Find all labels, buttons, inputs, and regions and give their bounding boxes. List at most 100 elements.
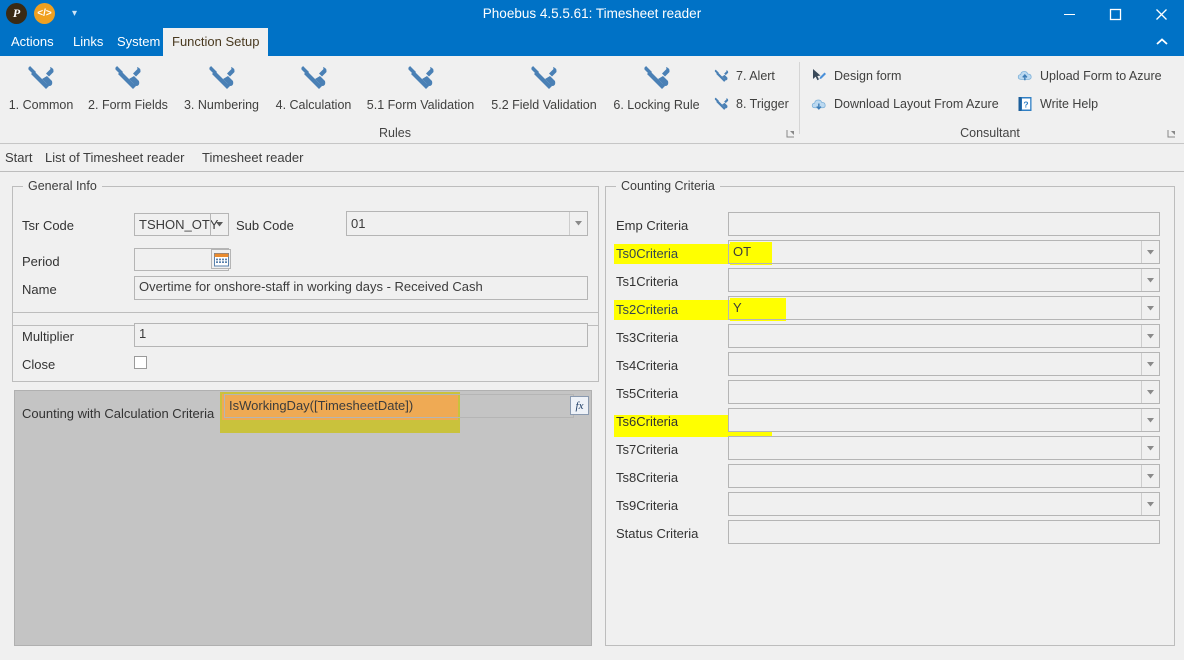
ts0-criteria-combo[interactable]: OT [728,240,1160,264]
tools-icon [484,60,604,98]
title-bar: P </> ▾ Phoebus 4.5.5.61: Timesheet read… [0,0,1184,28]
ribbon-button-common[interactable]: 1. Common [2,60,80,112]
ribbon-button-form-validation[interactable]: 5.1 Form Validation [360,60,481,112]
chevron-down-icon[interactable] [1141,241,1159,263]
ts2-criteria-label: Ts2Criteria [616,302,679,317]
ribbon: 1. Common 2. Form Fields 3. Numbering 4.… [0,56,1184,144]
cloud-upload-icon [1016,67,1034,85]
minimize-button[interactable] [1046,0,1092,28]
sub-code-value: 01 [351,216,366,231]
ts9-criteria-combo[interactable] [728,492,1160,516]
chevron-up-icon[interactable] [1150,28,1174,56]
document-tab-bar: Start List of Timesheet reader Timesheet… [0,145,1184,172]
window-title: Phoebus 4.5.5.61: Timesheet reader [482,6,702,21]
cloud-download-icon [810,95,828,113]
ribbon-group-label-consultant: Consultant [960,126,1020,140]
formula-value: IsWorkingDay([TimesheetDate]) [229,398,414,413]
main-content: General Info Tsr Code TSHON_OTY Sub Code… [0,172,1184,660]
emp-criteria-input[interactable] [728,212,1160,236]
ribbon-button-form-fields[interactable]: 2. Form Fields [80,60,176,112]
ts4-criteria-label: Ts4Criteria [616,358,679,373]
close-button[interactable] [1138,0,1184,28]
chevron-down-icon[interactable] [1141,325,1159,347]
sub-code-combo[interactable]: 01 [346,211,588,236]
maximize-button[interactable] [1092,0,1138,28]
chevron-down-icon[interactable] [1141,353,1159,375]
ts4-criteria-combo[interactable] [728,352,1160,376]
ribbon-button-label: Download Layout From Azure [834,97,999,111]
menu-item-links[interactable]: Links [64,28,112,56]
doc-tab-start[interactable]: Start [5,145,32,172]
ribbon-button-label: 3. Numbering [183,98,260,112]
chevron-down-icon[interactable] [1141,297,1159,319]
ts2-criteria-value: Y [733,300,742,315]
doc-tab-list-of-timesheet-reader[interactable]: List of Timesheet reader [45,145,184,172]
ts8-criteria-label: Ts8Criteria [616,470,679,485]
calculation-criteria-label: Counting with Calculation Criteria [22,406,215,421]
ts7-criteria-combo[interactable] [728,436,1160,460]
rules-dialog-launcher-icon[interactable] [785,127,797,139]
ts8-criteria-combo[interactable] [728,464,1160,488]
chevron-down-icon[interactable] [1141,493,1159,515]
ribbon-button-label: 1. Common [8,98,74,112]
tsr-code-label: Tsr Code [22,218,75,233]
multiplier-input[interactable]: 1 [134,323,588,347]
ribbon-group-separator [799,62,800,134]
ribbon-button-write-help[interactable]: ? Write Help [1016,93,1098,115]
ts6-criteria-combo[interactable] [728,408,1160,432]
chevron-down-icon[interactable] [210,214,228,235]
tools-icon [267,60,360,98]
menu-item-system[interactable]: System [108,28,169,56]
ribbon-button-trigger[interactable]: 8. Trigger [712,93,789,115]
ribbon-button-calculation[interactable]: 4. Calculation [267,60,360,112]
ts0-criteria-value: OT [733,244,752,259]
ts5-criteria-combo[interactable] [728,380,1160,404]
ribbon-button-label: Write Help [1040,97,1099,111]
chevron-down-icon[interactable] [1141,465,1159,487]
period-label: Period [22,254,60,269]
ribbon-button-label: Upload Form to Azure [1040,69,1162,83]
ribbon-button-field-validation[interactable]: 5.2 Field Validation [484,60,604,112]
ribbon-button-label: 5.1 Form Validation [366,98,475,112]
ts2-criteria-combo[interactable]: Y [728,296,1160,320]
general-info-title: General Info [23,179,102,193]
name-input[interactable]: Overtime for onshore-staff in working da… [134,276,588,300]
status-criteria-input[interactable] [728,520,1160,544]
calendar-icon[interactable] [211,249,231,269]
multiplier-label: Multiplier [22,329,75,344]
ts3-criteria-combo[interactable] [728,324,1160,348]
ts1-criteria-combo[interactable] [728,268,1160,292]
ribbon-button-locking-rule[interactable]: 6. Locking Rule [605,60,708,112]
fx-button[interactable]: fx [570,396,589,415]
chevron-down-icon[interactable] [1141,269,1159,291]
ribbon-button-label: 5.2 Field Validation [491,98,597,112]
tools-icon [712,67,730,85]
chevron-down-icon[interactable] [1141,381,1159,403]
chevron-down-icon[interactable] [1141,409,1159,431]
tools-icon [360,60,481,98]
ribbon-button-label: 7. Alert [736,69,775,83]
ribbon-button-alert[interactable]: 7. Alert [712,65,775,87]
ts0-criteria-label: Ts0Criteria [616,246,679,261]
menu-item-function-setup[interactable]: Function Setup [163,28,269,56]
ts1-criteria-label: Ts1Criteria [616,274,679,289]
ribbon-button-label: 6. Locking Rule [613,98,700,112]
ts9-criteria-label: Ts9Criteria [616,498,679,513]
ribbon-button-label: Design form [834,69,902,83]
tsr-code-combo[interactable]: TSHON_OTY [134,213,229,236]
sub-code-label: Sub Code [236,218,294,233]
tsr-code-value: TSHON_OTY [139,217,219,232]
ribbon-button-upload-form[interactable]: Upload Form to Azure [1016,65,1162,87]
ribbon-button-numbering[interactable]: 3. Numbering [176,60,267,112]
close-checkbox[interactable] [134,356,147,369]
chevron-down-icon[interactable] [1141,437,1159,459]
chevron-down-icon[interactable] [569,212,587,235]
cursor-pen-icon [810,67,828,85]
menu-bar: Actions Links System Function Setup [0,28,1184,56]
ribbon-button-design-form[interactable]: Design form [810,65,901,87]
menu-item-actions[interactable]: Actions [2,28,63,56]
consultant-dialog-launcher-icon[interactable] [1166,127,1178,139]
close-label: Close [22,357,56,372]
ribbon-button-download-layout[interactable]: Download Layout From Azure [810,93,999,115]
ts3-criteria-label: Ts3Criteria [616,330,679,345]
